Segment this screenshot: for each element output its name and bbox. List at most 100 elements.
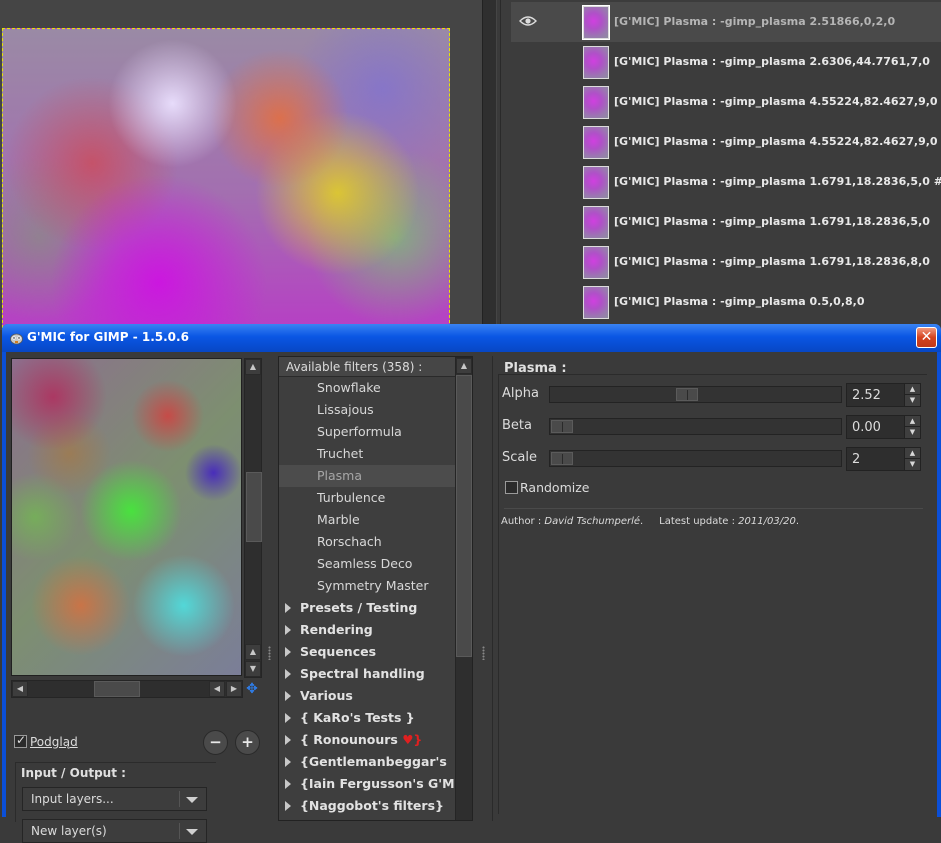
zoom-out-button[interactable]: − bbox=[203, 730, 228, 755]
input-layers-combo[interactable]: Input layers... bbox=[22, 787, 207, 811]
expander-arrow-icon[interactable] bbox=[285, 713, 291, 723]
layer-name[interactable]: [G'MIC] Plasma : -gimp_plasma 4.55224,82… bbox=[614, 95, 941, 108]
filter-item[interactable]: Lissajous bbox=[279, 399, 455, 421]
filter-category[interactable]: Spectral handling bbox=[279, 663, 455, 685]
randomize-toggle[interactable]: Randomize bbox=[505, 480, 589, 495]
pane-splitter-handle[interactable] bbox=[482, 646, 485, 660]
beta-spinbox[interactable]: 0.00 ▲ ▼ bbox=[846, 415, 921, 439]
layer-thumbnail[interactable] bbox=[583, 86, 609, 119]
scroll-up-arrow-icon[interactable]: ▲ bbox=[456, 358, 472, 374]
layer-row[interactable]: [G'MIC] Plasma : -gimp_plasma 2.51866,0,… bbox=[511, 2, 941, 42]
filter-item[interactable]: Symmetry Master bbox=[279, 575, 455, 597]
filter-item[interactable]: Rorschach bbox=[279, 531, 455, 553]
filter-category[interactable]: Rendering bbox=[279, 619, 455, 641]
filter-category[interactable]: {Gentlemanbeggar's bbox=[279, 751, 455, 773]
layer-thumbnail[interactable] bbox=[583, 46, 609, 79]
preview-image[interactable] bbox=[12, 359, 241, 675]
layer-row[interactable]: [G'MIC] Plasma : -gimp_plasma 1.6791,18.… bbox=[511, 202, 941, 242]
spin-down-arrow-icon[interactable]: ▼ bbox=[904, 395, 920, 406]
slider-handle[interactable] bbox=[676, 388, 699, 401]
scroll-down-arrow-icon[interactable]: ▼ bbox=[245, 661, 261, 677]
filter-item[interactable]: Seamless Deco bbox=[279, 553, 455, 575]
pane-splitter-handle[interactable] bbox=[268, 646, 271, 660]
layer-name[interactable]: [G'MIC] Plasma : -gimp_plasma 1.6791,18.… bbox=[614, 175, 941, 188]
filter-category[interactable]: Presets / Testing bbox=[279, 597, 455, 619]
layer-row[interactable]: [G'MIC] Plasma : -gimp_plasma 4.55224,82… bbox=[511, 122, 941, 162]
scroll-right-arrow-icon[interactable]: ▶ bbox=[226, 681, 242, 697]
layer-name[interactable]: [G'MIC] Plasma : -gimp_plasma 2.6306,44.… bbox=[614, 55, 930, 68]
filter-category[interactable]: {Iain Fergusson's G'M bbox=[279, 773, 455, 795]
image-canvas-area[interactable] bbox=[0, 0, 497, 330]
filter-item-plasma[interactable]: Plasma bbox=[279, 465, 455, 487]
layer-thumbnail[interactable] bbox=[583, 206, 609, 239]
layer-name[interactable]: [G'MIC] Plasma : -gimp_plasma 1.6791,18.… bbox=[614, 215, 930, 228]
alpha-slider[interactable] bbox=[549, 386, 842, 403]
filter-category[interactable]: Sequences bbox=[279, 641, 455, 663]
expander-arrow-icon[interactable] bbox=[285, 779, 291, 789]
layer-row[interactable]: [G'MIC] Plasma : -gimp_plasma 1.6791,18.… bbox=[511, 162, 941, 202]
preview-checkbox[interactable] bbox=[14, 733, 27, 748]
layer-name[interactable]: [G'MIC] Plasma : -gimp_plasma 2.51866,0,… bbox=[614, 15, 895, 28]
plasma-image-canvas[interactable] bbox=[2, 28, 450, 328]
filter-category[interactable]: { Ronounours ♥} bbox=[279, 729, 455, 751]
spin-up-arrow-icon[interactable]: ▲ bbox=[904, 416, 920, 427]
layer-thumbnail[interactable] bbox=[583, 286, 609, 319]
preview-toggle[interactable]: Podgląd bbox=[14, 733, 78, 752]
spin-down-arrow-icon[interactable]: ▼ bbox=[904, 459, 920, 470]
scroll-up-arrow-icon[interactable]: ▲ bbox=[245, 644, 261, 660]
slider-handle[interactable] bbox=[551, 420, 573, 433]
scale-value[interactable]: 2 bbox=[852, 452, 860, 467]
scroll-left-arrow-icon[interactable]: ◀ bbox=[209, 681, 225, 697]
expander-arrow-icon[interactable] bbox=[285, 801, 291, 811]
scrollbar-thumb[interactable] bbox=[94, 681, 140, 697]
expander-arrow-icon[interactable] bbox=[285, 735, 291, 745]
filter-item[interactable]: Truchet bbox=[279, 443, 455, 465]
layer-name[interactable]: [G'MIC] Plasma : -gimp_plasma 1.6791,18.… bbox=[614, 255, 930, 268]
filter-item[interactable]: Marble bbox=[279, 509, 455, 531]
alpha-value[interactable]: 2.52 bbox=[852, 388, 881, 403]
output-mode-combo[interactable]: New layer(s) bbox=[22, 819, 207, 843]
beta-slider[interactable] bbox=[549, 418, 842, 435]
layer-name[interactable]: [G'MIC] Plasma : -gimp_plasma 4.55224,82… bbox=[614, 135, 938, 148]
layer-row[interactable]: [G'MIC] Plasma : -gimp_plasma 4.55224,82… bbox=[511, 82, 941, 122]
layer-thumbnail[interactable] bbox=[583, 166, 609, 199]
scale-spinbox[interactable]: 2 ▲ ▼ bbox=[846, 447, 921, 471]
spin-up-arrow-icon[interactable]: ▲ bbox=[904, 384, 920, 395]
randomize-checkbox[interactable] bbox=[505, 481, 518, 494]
close-button[interactable]: ✕ bbox=[916, 327, 937, 348]
layer-row[interactable]: [G'MIC] Plasma : -gimp_plasma 0.5,0,8,0 bbox=[511, 282, 941, 322]
scroll-up-arrow-icon[interactable]: ▲ bbox=[245, 359, 261, 375]
scroll-left-arrow-icon[interactable]: ◀ bbox=[12, 681, 28, 697]
layer-thumbnail[interactable] bbox=[582, 5, 610, 40]
filter-category[interactable]: { KaRo's Tests } bbox=[279, 707, 455, 729]
expander-arrow-icon[interactable] bbox=[285, 757, 291, 767]
expander-arrow-icon[interactable] bbox=[285, 603, 291, 613]
layer-row[interactable]: [G'MIC] Plasma : -gimp_plasma 1.6791,18.… bbox=[511, 242, 941, 282]
expander-arrow-icon[interactable] bbox=[285, 669, 291, 679]
slider-handle[interactable] bbox=[551, 452, 573, 465]
filter-item[interactable]: Turbulence bbox=[279, 487, 455, 509]
alpha-spinbox[interactable]: 2.52 ▲ ▼ bbox=[846, 383, 921, 407]
beta-value[interactable]: 0.00 bbox=[852, 420, 881, 435]
spin-down-arrow-icon[interactable]: ▼ bbox=[904, 427, 920, 438]
zoom-in-button[interactable]: + bbox=[235, 730, 260, 755]
scrollbar-thumb[interactable] bbox=[246, 472, 262, 542]
filter-category[interactable]: Various bbox=[279, 685, 455, 707]
scrollbar-thumb[interactable] bbox=[456, 375, 472, 657]
expander-arrow-icon[interactable] bbox=[285, 647, 291, 657]
dialog-titlebar[interactable]: G'MIC for GIMP - 1.5.0.6 ✕ bbox=[2, 324, 941, 352]
scale-slider[interactable] bbox=[549, 450, 842, 467]
layer-name[interactable]: [G'MIC] Plasma : -gimp_plasma 0.5,0,8,0 bbox=[614, 295, 865, 308]
eye-icon[interactable] bbox=[515, 15, 541, 31]
spin-up-arrow-icon[interactable]: ▲ bbox=[904, 448, 920, 459]
filter-item[interactable]: Snowflake bbox=[279, 377, 455, 399]
filter-item[interactable]: Superformula bbox=[279, 421, 455, 443]
filters-header[interactable]: Available filters (358) : bbox=[279, 357, 455, 377]
canvas-vertical-scrollbar[interactable] bbox=[482, 0, 496, 330]
move-cross-icon[interactable]: ✥ bbox=[245, 682, 259, 696]
layer-thumbnail[interactable] bbox=[583, 246, 609, 279]
layer-row[interactable]: [G'MIC] Plasma : -gimp_plasma 2.6306,44.… bbox=[511, 42, 941, 82]
filter-category[interactable]: {Naggobot's filters} bbox=[279, 795, 455, 817]
layer-thumbnail[interactable] bbox=[583, 126, 609, 159]
expander-arrow-icon[interactable] bbox=[285, 625, 291, 635]
